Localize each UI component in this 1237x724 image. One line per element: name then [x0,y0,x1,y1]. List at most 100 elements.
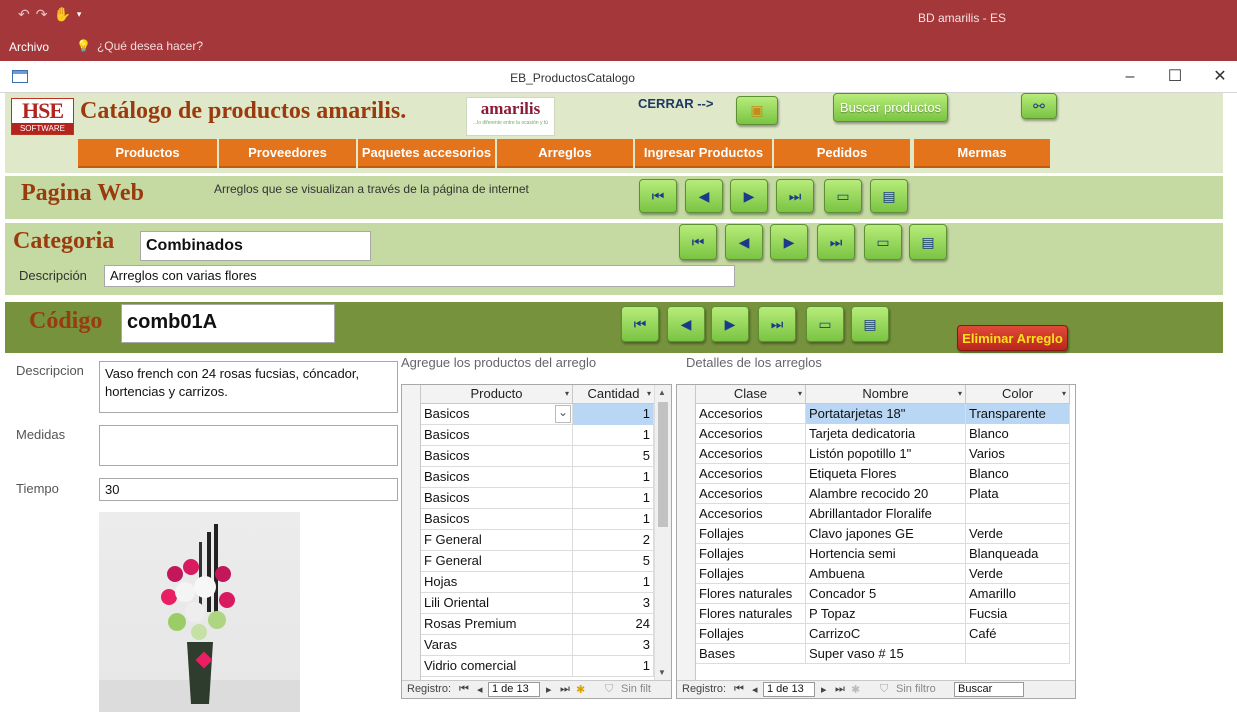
producto-cell[interactable]: Hojas [421,572,573,593]
nombre-cell[interactable]: Alambre recocido 20 [806,484,966,504]
color-cell[interactable]: Café [966,624,1070,644]
clase-cell[interactable]: Accesorios [696,404,806,424]
web-next-record-button[interactable]: ▶ [730,179,768,213]
category-next-record-button[interactable]: ▶ [770,224,808,260]
tab-ingresar-productos[interactable]: Ingresar Productos [635,139,772,168]
table-row[interactable]: Follajes Hortencia semi Blanqueada [696,544,1070,564]
nav-last-icon[interactable]: ⏭ [560,683,570,696]
descripcion-field[interactable]: Vaso french con 24 rosas fucsias, cóncad… [99,361,398,413]
filter-icon[interactable]: ⛉ [880,683,888,696]
cantidad-cell[interactable]: 1 [573,467,654,488]
table-row[interactable]: Follajes Ambuena Verde [696,564,1070,584]
search-input[interactable]: Buscar [954,682,1024,697]
clase-cell[interactable]: Bases [696,644,806,664]
nav-first-icon[interactable]: ⏮ [459,683,469,696]
customize-toolbar-icon[interactable]: ▾ [77,9,82,20]
close-window-button[interactable]: ✕ [1205,66,1235,88]
scroll-thumb[interactable] [658,402,668,527]
category-field[interactable]: Combinados [140,231,371,261]
color-cell[interactable]: Blanco [966,424,1070,444]
record-number-field[interactable]: 1 de 13 [763,682,815,697]
cantidad-cell[interactable]: 1 [573,572,654,593]
medidas-field[interactable] [99,425,398,466]
cantidad-cell[interactable]: 5 [573,551,654,572]
nav-last-icon[interactable]: ⏭ [835,683,845,696]
nombre-cell[interactable]: Tarjeta dedicatoria [806,424,966,444]
filter-label[interactable]: Sin filt [621,683,651,695]
clase-cell[interactable]: Accesorios [696,444,806,464]
tab-pedidos[interactable]: Pedidos [774,139,910,168]
color-cell[interactable]: Blanco [966,464,1070,484]
category-previous-record-button[interactable]: ◀ [725,224,763,260]
tab-proveedores[interactable]: Proveedores [219,139,356,168]
scroll-up-icon[interactable]: ▲ [658,388,666,397]
category-description-field[interactable]: Arreglos con varias flores [104,265,735,287]
redo-icon[interactable]: ↷ [36,6,48,23]
producto-cell[interactable]: Basicos [421,446,573,467]
column-header-cantidad[interactable]: Cantidad ▾ [573,385,655,404]
tab-arreglos[interactable]: Arreglos [497,139,633,168]
clase-cell[interactable]: Accesorios [696,424,806,444]
table-row[interactable]: Accesorios Abrillantador Floralife [696,504,1070,524]
producto-cell[interactable]: Lili Oriental [421,593,573,614]
producto-cell[interactable]: Basicos [421,425,573,446]
color-cell[interactable]: Verde [966,524,1070,544]
nombre-cell[interactable]: Hortencia semi [806,544,966,564]
table-row[interactable]: Varas 3 [421,635,654,656]
filter-label[interactable]: Sin filtro [896,683,936,695]
table-row[interactable]: Accesorios Portatarjetas 18" Transparente [696,404,1070,424]
maximize-button[interactable]: ☐ [1160,66,1190,88]
close-form-button[interactable]: ▣ [736,96,778,125]
clase-cell[interactable]: Accesorios [696,464,806,484]
table-row[interactable]: Vidrio comercial 1 [421,656,654,677]
color-cell[interactable]: Plata [966,484,1070,504]
table-row[interactable]: Flores naturales Concador 5 Amarillo [696,584,1070,604]
web-last-record-button[interactable]: ⏭ [776,179,814,213]
web-save-record-button[interactable]: ▤ [870,179,908,213]
code-first-record-button[interactable]: ⏮ [621,306,659,342]
nombre-cell[interactable]: CarrizoC [806,624,966,644]
table-row[interactable]: Bases Super vaso # 15 [696,644,1070,664]
color-cell[interactable]: Fucsia [966,604,1070,624]
file-menu[interactable]: Archivo [9,40,49,54]
tell-me-box[interactable]: 💡 ¿Qué desea hacer? [76,39,203,53]
clase-cell[interactable]: Follajes [696,624,806,644]
code-next-record-button[interactable]: ▶ [711,306,749,342]
clase-cell[interactable]: Follajes [696,544,806,564]
search-products-button[interactable]: Buscar productos [833,93,948,122]
column-header-clase[interactable]: Clase ▾ [696,385,806,404]
table-row[interactable]: Accesorios Alambre recocido 20 Plata [696,484,1070,504]
clase-cell[interactable]: Flores naturales [696,584,806,604]
cantidad-cell[interactable]: 2 [573,530,654,551]
color-cell[interactable]: Verde [966,564,1070,584]
table-row[interactable]: Flores naturales P Topaz Fucsia [696,604,1070,624]
nav-prev-icon[interactable]: ◂ [752,683,758,696]
minimize-button[interactable]: – [1115,66,1145,88]
clase-cell[interactable]: Follajes [696,524,806,544]
code-field[interactable]: comb01A [121,304,335,343]
nombre-cell[interactable]: Super vaso # 15 [806,644,966,664]
table-row[interactable]: F General 2 [421,530,654,551]
record-number-field[interactable]: 1 de 13 [488,682,540,697]
web-new-record-button[interactable]: ▭ [824,179,862,213]
delete-arrangement-button[interactable]: Eliminar Arreglo [957,325,1068,351]
nombre-cell[interactable]: Etiqueta Flores [806,464,966,484]
table-row[interactable]: Basicos 1 [421,467,654,488]
nav-next-icon[interactable]: ▸ [546,683,552,696]
cantidad-cell[interactable]: 3 [573,593,654,614]
category-save-record-button[interactable]: ▤ [909,224,947,260]
producto-cell[interactable]: Basicos [421,404,573,425]
tiempo-field[interactable]: 30 [99,478,398,501]
row-selector-column[interactable] [677,385,696,680]
table-row[interactable]: Basicos 5 [421,446,654,467]
cantidad-cell[interactable]: 1 [573,509,654,530]
nombre-cell[interactable]: Concador 5 [806,584,966,604]
table-row[interactable]: Follajes CarrizoC Café [696,624,1070,644]
table-row[interactable]: Rosas Premium 24 [421,614,654,635]
nombre-cell[interactable]: Clavo japones GE [806,524,966,544]
cantidad-cell[interactable]: 5 [573,446,654,467]
web-previous-record-button[interactable]: ◀ [685,179,723,213]
table-row[interactable]: F General 5 [421,551,654,572]
table-row[interactable]: Lili Oriental 3 [421,593,654,614]
column-header-color[interactable]: Color ▾ [966,385,1070,404]
